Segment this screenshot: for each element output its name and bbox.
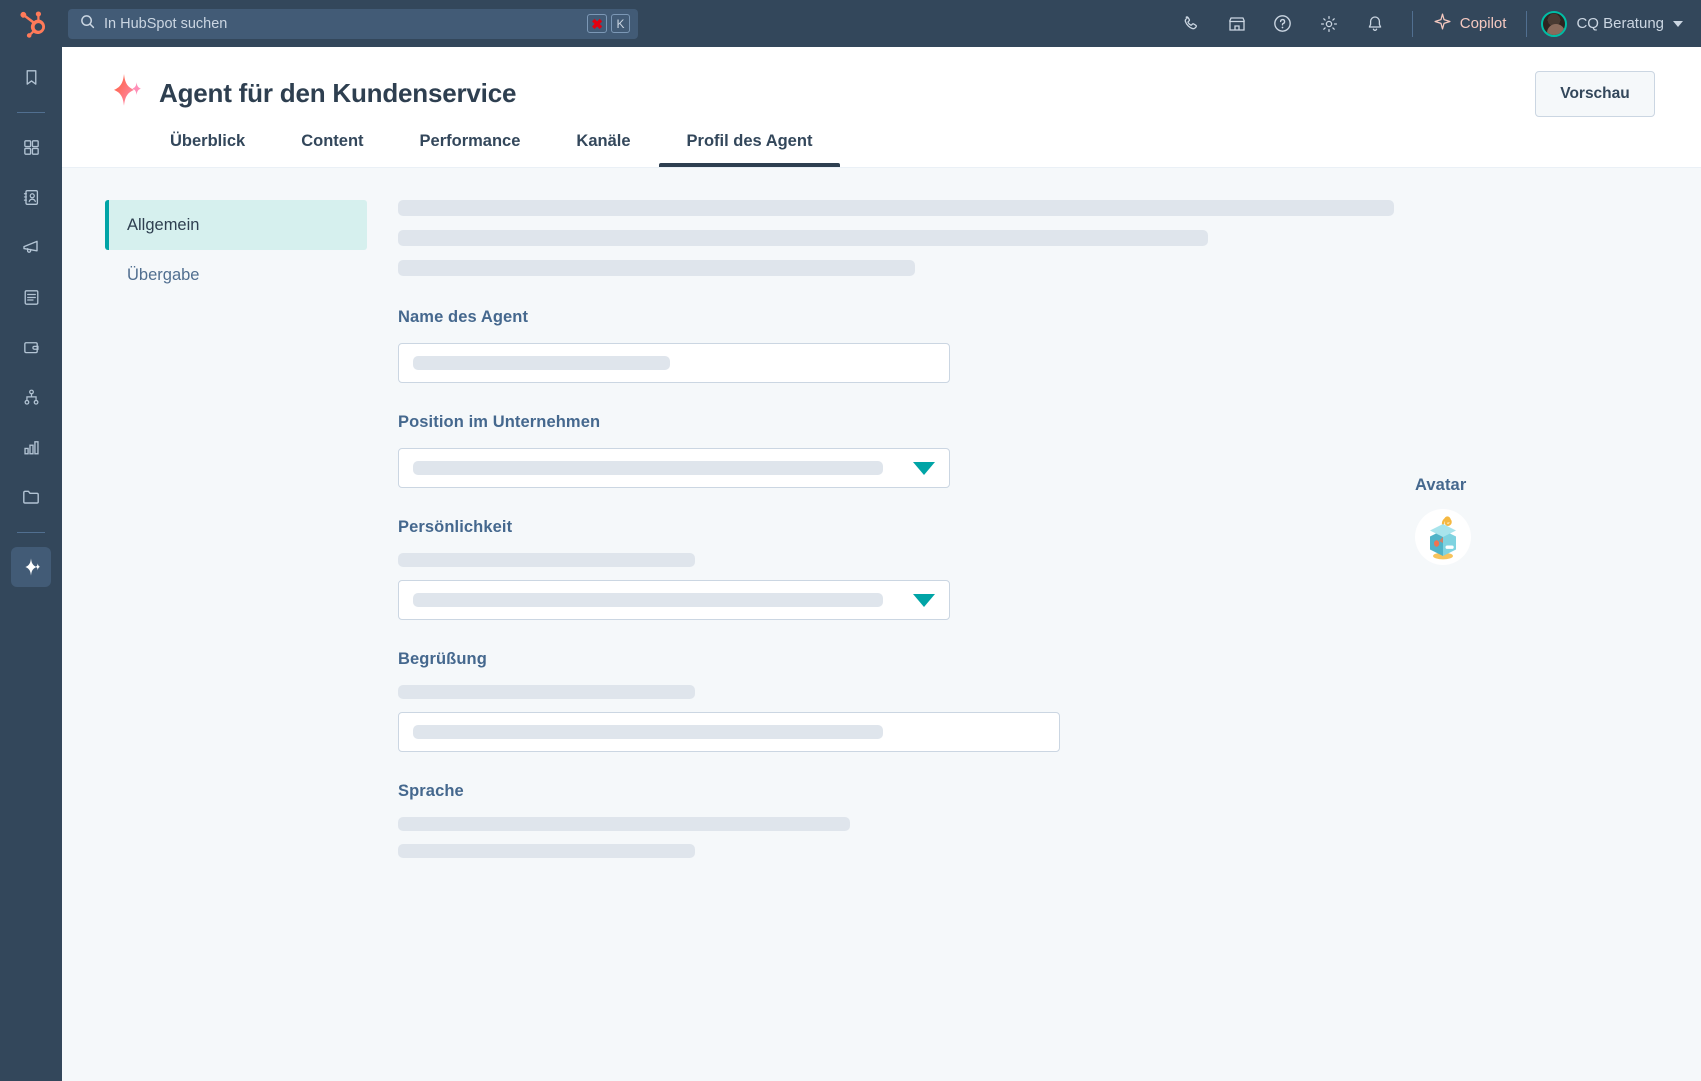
ai-sparkle-icon: [111, 73, 145, 114]
library-folder-icon[interactable]: [11, 477, 51, 517]
settings-gear-icon[interactable]: [1306, 0, 1352, 47]
skeleton-line: [398, 200, 1394, 216]
field-help-skeleton: [398, 553, 695, 567]
tab-profil-des-agent[interactable]: Profil des Agent: [658, 132, 841, 167]
field-label: Position im Unternehmen: [398, 413, 601, 431]
field-skeleton-line: [398, 844, 695, 858]
chevron-down-icon: [1673, 20, 1683, 27]
rail-divider-top: [17, 112, 45, 113]
agent-profile-form: Avatar Name des Agent Position im Untern…: [367, 200, 1471, 858]
search-shortcut-hint: ✖ K: [587, 14, 630, 33]
settings-subnav: Allgemein Übergabe: [62, 200, 367, 858]
field-skeleton-line: [398, 817, 850, 831]
toolbar-divider-1: [1411, 10, 1413, 37]
position-im-unternehmen-select[interactable]: [398, 448, 950, 488]
tab-bar: Überblick Content Performance Kanäle Pro…: [142, 132, 841, 167]
field-begruessung: Begrüßung: [398, 650, 1394, 752]
phone-icon[interactable]: [1168, 0, 1214, 47]
input-value-skeleton: [413, 725, 883, 739]
tab-performance[interactable]: Performance: [392, 132, 549, 167]
rail-divider-bottom: [17, 532, 45, 533]
name-des-agent-input[interactable]: [398, 343, 950, 383]
toolbar-divider-2: [1526, 10, 1528, 37]
left-navigation-rail: [0, 47, 62, 1081]
sidebar-item-allgemein[interactable]: Allgemein: [105, 200, 367, 250]
page-title: Agent für den Kundenservice: [159, 78, 517, 108]
shortcut-letter-key: K: [611, 14, 630, 33]
preview-button[interactable]: Vorschau: [1535, 71, 1655, 117]
copilot-button[interactable]: Copilot: [1427, 12, 1513, 35]
page-header: Agent für den Kundenservice Vorschau Übe…: [62, 47, 1701, 168]
account-menu[interactable]: CQ Beratung: [1541, 10, 1683, 37]
begruessung-input[interactable]: [398, 712, 1060, 752]
tab-kanale[interactable]: Kanäle: [548, 132, 658, 167]
field-help-skeleton: [398, 685, 695, 699]
notifications-bell-icon[interactable]: [1352, 0, 1398, 47]
avatar: [1541, 10, 1568, 37]
top-navigation-bar: In HubSpot suchen ✖ K Copilot CQ Beratun…: [0, 0, 1701, 47]
settings-body: Allgemein Übergabe Avatar Name des Agent…: [62, 168, 1701, 858]
shortcut-modifier-key: ✖: [587, 14, 607, 33]
hubspot-sprocket-logo[interactable]: [0, 0, 66, 47]
ai-sparkle-icon[interactable]: [11, 547, 51, 587]
sidebar-item-ubergabe[interactable]: Übergabe: [105, 250, 367, 300]
sparkle-icon: [1433, 12, 1452, 35]
avatar-label: Avatar: [1415, 476, 1467, 494]
main-content-area: Agent für den Kundenservice Vorschau Übe…: [62, 47, 1701, 1081]
account-name: CQ Beratung: [1576, 15, 1664, 32]
commerce-wallet-icon[interactable]: [11, 327, 51, 367]
bookmark-icon[interactable]: [11, 57, 51, 97]
field-label: Name des Agent: [398, 308, 529, 326]
intro-skeleton-block: [398, 200, 1394, 276]
contacts-icon[interactable]: [11, 177, 51, 217]
input-value-skeleton: [413, 356, 670, 370]
skeleton-line: [398, 260, 915, 276]
field-label: Sprache: [398, 782, 464, 800]
tab-uberblick[interactable]: Überblick: [142, 132, 273, 167]
select-value-skeleton: [413, 461, 883, 475]
avatar-field: Avatar: [1415, 476, 1471, 565]
reporting-bars-icon[interactable]: [11, 427, 51, 467]
apps-grid-icon[interactable]: [11, 127, 51, 167]
field-position-im-unternehmen: Position im Unternehmen: [398, 413, 1394, 488]
copilot-label: Copilot: [1459, 15, 1507, 32]
automation-icon[interactable]: [11, 377, 51, 417]
global-search-box[interactable]: In HubSpot suchen ✖ K: [68, 8, 638, 39]
field-sprache: Sprache: [398, 782, 1394, 858]
help-icon[interactable]: [1260, 0, 1306, 47]
chevron-down-icon: [913, 461, 935, 475]
marketplace-icon[interactable]: [1214, 0, 1260, 47]
title-row: Agent für den Kundenservice: [62, 47, 1701, 114]
top-bar-actions: Copilot CQ Beratung: [1168, 0, 1701, 47]
field-label: Persönlichkeit: [398, 518, 513, 536]
field-label: Begrüßung: [398, 650, 487, 668]
field-persoenlichkeit: Persönlichkeit: [398, 518, 1394, 620]
field-name-des-agent: Name des Agent: [398, 308, 1394, 383]
content-icon[interactable]: [11, 277, 51, 317]
select-value-skeleton: [413, 593, 883, 607]
tab-content[interactable]: Content: [273, 132, 391, 167]
persoenlichkeit-select[interactable]: [398, 580, 950, 620]
skeleton-line: [398, 230, 1208, 246]
search-input[interactable]: In HubSpot suchen: [104, 9, 578, 39]
robot-cube-avatar[interactable]: [1415, 509, 1471, 565]
megaphone-icon[interactable]: [11, 227, 51, 267]
search-icon: [80, 14, 95, 34]
chevron-down-icon: [913, 593, 935, 607]
